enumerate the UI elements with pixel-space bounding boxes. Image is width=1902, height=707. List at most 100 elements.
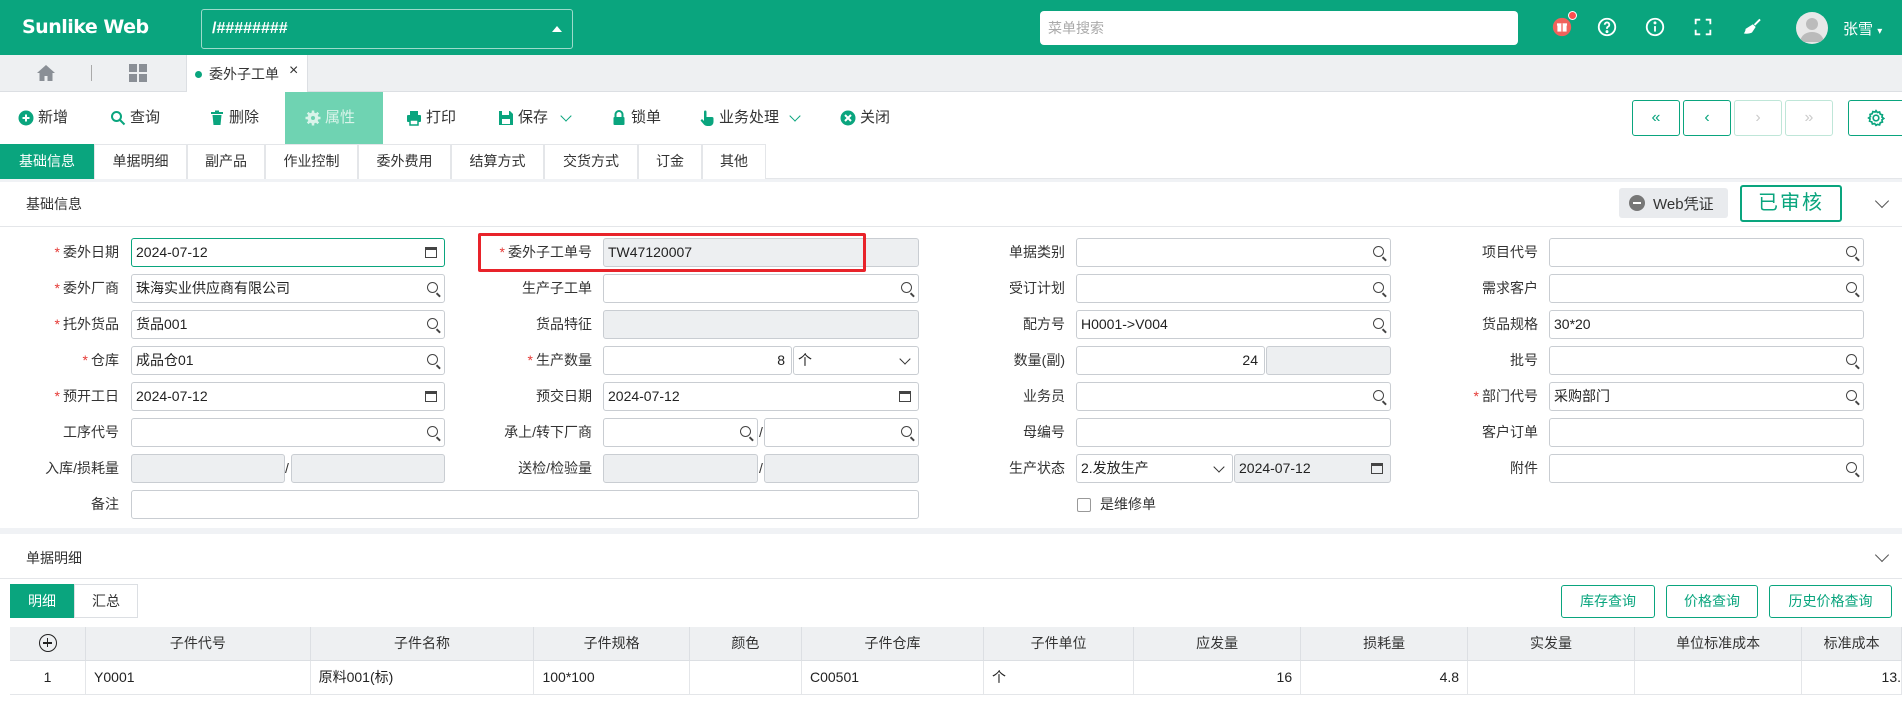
project-code-field[interactable]: [1549, 238, 1864, 267]
web-voucher-button[interactable]: Web凭证: [1619, 188, 1728, 218]
search-icon[interactable]: [1846, 354, 1857, 365]
doc-category-field[interactable]: [1076, 238, 1391, 267]
cell-child-name[interactable]: 原料001(标): [310, 660, 535, 695]
home-icon[interactable]: [36, 64, 56, 85]
cell-child-code[interactable]: Y0001: [85, 660, 311, 695]
search-icon[interactable]: [1846, 282, 1857, 293]
calendar-icon[interactable]: [899, 391, 911, 402]
collapse-chevron-icon[interactable]: [1874, 547, 1890, 563]
search-icon[interactable]: [1373, 282, 1384, 293]
clean-broom-icon[interactable]: [1740, 15, 1764, 39]
search-icon[interactable]: [427, 318, 438, 329]
settings-button[interactable]: [1848, 100, 1902, 136]
tab-document-detail[interactable]: 单据明细: [94, 144, 187, 179]
business-process-button[interactable]: 业务处理: [693, 92, 805, 144]
search-icon[interactable]: [1846, 462, 1857, 473]
delete-button[interactable]: 删除: [203, 92, 265, 144]
chevron-down-icon[interactable]: [789, 110, 801, 122]
col-child-spec[interactable]: 子件规格: [533, 627, 690, 661]
parent-no-field[interactable]: [1076, 418, 1391, 447]
outsourced-item-field[interactable]: 货品001: [131, 310, 445, 339]
tab-outsourcing-order[interactable]: 委外子工单 ×: [186, 55, 308, 92]
last-record-button[interactable]: »: [1785, 100, 1833, 136]
department-code-field[interactable]: 采购部门: [1549, 382, 1864, 411]
collapse-chevron-icon[interactable]: [1874, 193, 1890, 209]
database-select[interactable]: /########: [201, 9, 573, 49]
expected-delivery-field[interactable]: 2024-07-12: [603, 382, 919, 411]
calendar-icon[interactable]: [425, 247, 437, 258]
search-icon[interactable]: [1373, 246, 1384, 257]
vendor-field[interactable]: 珠海实业供应商有限公司: [131, 274, 445, 303]
avatar[interactable]: [1796, 12, 1828, 44]
unit-select[interactable]: 个: [793, 346, 919, 375]
username-menu[interactable]: 张雪 ▾: [1843, 18, 1882, 39]
menu-search-input[interactable]: [1040, 11, 1518, 45]
search-icon[interactable]: [427, 426, 438, 437]
help-icon[interactable]: [1595, 15, 1619, 39]
customer-order-field[interactable]: [1549, 418, 1864, 447]
info-icon[interactable]: [1643, 15, 1667, 39]
search-icon[interactable]: [1373, 390, 1384, 401]
tab-deposit[interactable]: 订金: [638, 144, 702, 179]
query-button[interactable]: 查询: [104, 92, 166, 144]
tab-outsourcing-fees[interactable]: 委外费用: [358, 144, 451, 179]
col-color[interactable]: 颜色: [689, 627, 803, 661]
save-button[interactable]: 保存: [492, 92, 576, 144]
cell-child-warehouse[interactable]: C00501: [801, 660, 984, 695]
col-required-qty[interactable]: 应发量: [1133, 627, 1302, 661]
salesperson-field[interactable]: [1076, 382, 1391, 411]
fullscreen-icon[interactable]: [1691, 15, 1715, 39]
print-button[interactable]: 打印: [400, 92, 462, 144]
cell-required-qty[interactable]: 16: [1133, 660, 1302, 695]
search-icon[interactable]: [427, 354, 438, 365]
order-plan-field[interactable]: [1076, 274, 1391, 303]
search-icon[interactable]: [1373, 318, 1384, 329]
lock-button[interactable]: 锁单: [605, 92, 667, 144]
add-button[interactable]: 新增: [12, 92, 74, 144]
tab-delivery[interactable]: 交货方式: [544, 144, 638, 179]
remarks-field[interactable]: [131, 490, 919, 519]
production-status-select[interactable]: 2.发放生产: [1076, 454, 1233, 483]
col-actual-qty[interactable]: 实发量: [1467, 627, 1635, 661]
calendar-icon[interactable]: [425, 391, 437, 402]
gift-icon[interactable]: [1550, 11, 1577, 39]
cell-child-spec[interactable]: 100*100: [533, 660, 690, 695]
cell-actual-qty[interactable]: [1467, 660, 1635, 695]
cell-unit-std-cost[interactable]: [1634, 660, 1803, 695]
cell-child-unit[interactable]: 个: [983, 660, 1135, 695]
close-button[interactable]: 关闭: [834, 92, 896, 144]
table-row[interactable]: 1 Y0001 原料001(标) 100*100 C00501 个 16 4.8…: [10, 660, 1902, 695]
cell-std-cost[interactable]: 13.: [1801, 660, 1902, 695]
tab-close-icon[interactable]: ×: [289, 62, 298, 80]
repair-order-checkbox[interactable]: [1077, 498, 1091, 512]
toggle-detail[interactable]: 明细: [10, 584, 74, 618]
batch-no-field[interactable]: [1549, 346, 1864, 375]
search-icon[interactable]: [1846, 390, 1857, 401]
attachment-field[interactable]: [1549, 454, 1864, 483]
col-std-cost[interactable]: 标准成本: [1801, 627, 1902, 661]
prev-record-button[interactable]: ‹: [1683, 100, 1731, 136]
formula-no-field[interactable]: H0001->V004: [1076, 310, 1391, 339]
production-sub-order-field[interactable]: [603, 274, 919, 303]
next-record-button[interactable]: ›: [1734, 100, 1782, 136]
item-spec-field[interactable]: 30*20: [1549, 310, 1864, 339]
toggle-summary[interactable]: 汇总: [74, 584, 138, 618]
search-icon[interactable]: [901, 426, 912, 437]
production-qty-field[interactable]: 8: [603, 346, 792, 375]
tab-by-products[interactable]: 副产品: [187, 144, 265, 179]
col-child-name[interactable]: 子件名称: [310, 627, 535, 661]
cell-loss-qty[interactable]: 4.8: [1300, 660, 1469, 695]
next-vendor-field[interactable]: [764, 418, 919, 447]
tab-settlement[interactable]: 结算方式: [451, 144, 544, 179]
stock-query-button[interactable]: 库存查询: [1561, 585, 1655, 618]
col-unit-std-cost[interactable]: 单位标准成本: [1634, 627, 1803, 661]
first-record-button[interactable]: «: [1632, 100, 1680, 136]
cell-color[interactable]: [689, 660, 803, 695]
demand-customer-field[interactable]: [1549, 274, 1864, 303]
prev-vendor-field[interactable]: [603, 418, 758, 447]
process-code-field[interactable]: [131, 418, 445, 447]
col-child-warehouse[interactable]: 子件仓库: [801, 627, 984, 661]
properties-button[interactable]: 属性: [285, 92, 383, 144]
tab-other[interactable]: 其他: [702, 144, 766, 179]
chevron-down-icon[interactable]: [560, 110, 572, 122]
